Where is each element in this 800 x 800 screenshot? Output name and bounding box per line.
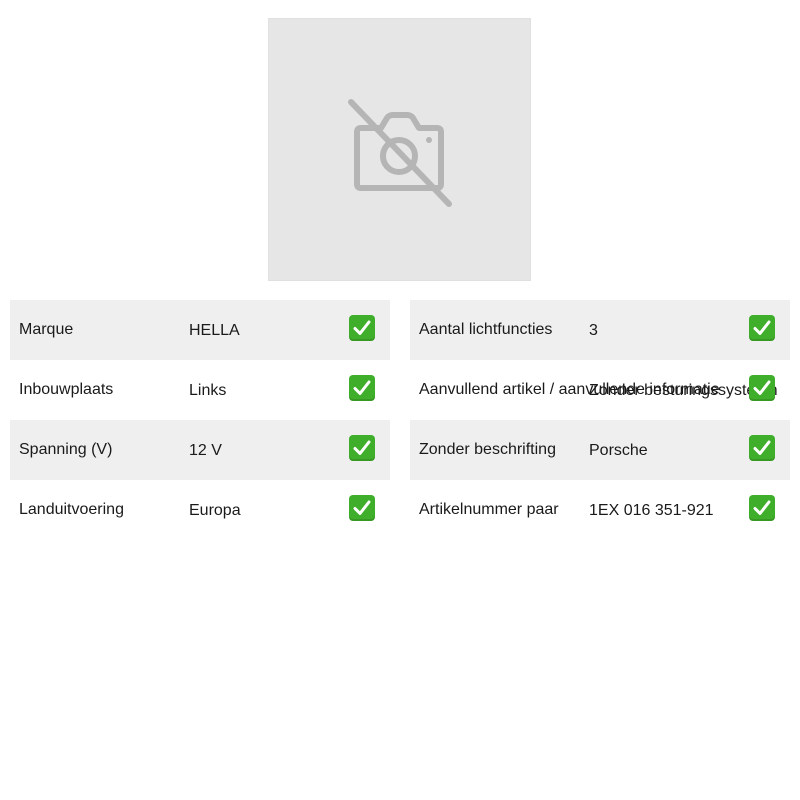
spec-value: Europa (189, 502, 241, 519)
spec-label: Landuitvoering (19, 501, 124, 518)
spec-row: Aantal lichtfuncties 3 (410, 300, 790, 360)
spec-label: Zonder beschrifting (419, 441, 556, 458)
check-mark-icon (749, 495, 775, 521)
spec-row: Zonder beschrifting Porsche (410, 420, 790, 480)
spec-label: Artikelnummer paar (419, 501, 559, 518)
spec-table-right: Aantal lichtfuncties 3 Aanvullend artike… (410, 300, 790, 540)
spec-label: Inbouwplaats (19, 381, 114, 398)
spec-row: Spanning (V) 12 V (10, 420, 390, 480)
spec-row: Marque HELLA (10, 300, 390, 360)
spec-row: Artikelnummer paar 1EX 016 351-921 (410, 480, 790, 540)
check-mark-icon (749, 375, 775, 401)
spec-row: Inbouwplaats Links (10, 360, 390, 420)
spec-value: HELLA (189, 322, 240, 339)
spec-table-left: Marque HELLA Inbouwplaats Links Spanning… (10, 300, 390, 540)
spec-value: 12 V (189, 442, 222, 459)
spec-value: 3 (589, 322, 598, 339)
spec-label: Spanning (V) (19, 441, 113, 458)
check-mark-icon (349, 315, 375, 341)
check-mark-icon (749, 435, 775, 461)
spec-label: Marque (19, 321, 74, 338)
spec-row: Landuitvoering Europa (10, 480, 390, 540)
camera-off-icon (348, 99, 452, 207)
check-mark-icon (349, 375, 375, 401)
product-image-placeholder (268, 18, 531, 281)
check-mark-icon (349, 435, 375, 461)
spec-label: Aantal lichtfuncties (419, 321, 553, 338)
spec-value: Porsche (589, 442, 648, 459)
spec-row: Aanvullend artikel / aanvullende informa… (410, 360, 790, 420)
check-mark-icon (349, 495, 375, 521)
check-mark-icon (749, 315, 775, 341)
spec-value: 1EX 016 351-921 (589, 502, 714, 519)
spec-value: Links (189, 382, 227, 399)
